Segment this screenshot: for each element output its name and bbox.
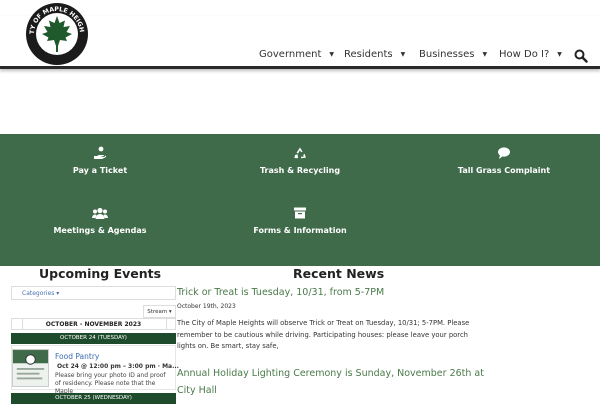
archive-icon — [294, 207, 306, 219]
quick-link-pay-a-ticket[interactable]: Pay a Ticket — [0, 146, 200, 175]
quick-link-meetings-agendas[interactable]: Meetings & Agendas — [0, 206, 200, 235]
news-title-link[interactable]: Trick or Treat is Tuesday, 10/31, from 5… — [177, 287, 384, 298]
month-range-label: OCTOBER - NOVEMBER 2023 — [45, 321, 142, 328]
quick-link-label: Trash & Recycling — [259, 166, 341, 175]
previous-month-button[interactable] — [12, 319, 23, 329]
event-thumbnail — [12, 349, 49, 387]
quick-link-trash-recycling[interactable]: Trash & Recycling — [200, 146, 400, 175]
nav-businesses[interactable]: Businesses ▼ — [419, 49, 487, 63]
site-header: Government ▼ Residents ▼ Businesses ▼ How D… — [0, 16, 600, 69]
hand-coin-icon — [94, 146, 106, 159]
news-excerpt: The City of Maple Heights will observe T… — [177, 319, 470, 350]
chevron-down-icon: ▼ — [482, 51, 488, 58]
categories-dropdown[interactable]: Categories ▾ — [11, 286, 176, 300]
nav-residents-label: Residents — [344, 49, 393, 60]
recent-news-heading: Recent News — [293, 266, 385, 281]
nav-how-do-i-label: How Do I? — [499, 49, 550, 60]
news-date: October 19th, 2023 — [177, 303, 236, 310]
event-card[interactable]: Food Pantry Oct 24 @ 12:00 pm – 3:00 pm … — [11, 345, 179, 395]
upcoming-events-heading: Upcoming Events — [39, 266, 162, 281]
quick-link-forms-information[interactable]: Forms & Information — [200, 206, 400, 235]
next-month-button[interactable] — [166, 319, 177, 329]
comment-icon — [498, 147, 510, 159]
month-navigator: OCTOBER - NOVEMBER 2023 — [11, 318, 176, 330]
nav-businesses-label: Businesses — [419, 49, 475, 60]
quick-link-label: Meetings & Agendas — [53, 226, 147, 235]
chevron-down-icon: ▼ — [329, 51, 334, 58]
news-title-link-continued[interactable]: City Hall — [177, 385, 217, 396]
nav-government-label: Government — [259, 49, 322, 60]
top-utility-bar — [0, 0, 600, 17]
search-icon[interactable] — [574, 49, 588, 63]
news-title-link[interactable]: Annual Holiday Lighting Ceremony is Sund… — [177, 368, 484, 379]
stream-dropdown[interactable]: Stream ▾ — [143, 305, 176, 318]
quick-links-band: Pay a Ticket Trash & Recycling Tall Gras… — [0, 134, 600, 266]
recycle-icon — [294, 147, 306, 159]
quick-link-tall-grass-complaint[interactable]: Tall Grass Complaint — [404, 146, 600, 175]
quick-link-label: Pay a Ticket — [72, 166, 128, 175]
chevron-down-icon: ▼ — [400, 51, 406, 58]
users-icon — [92, 207, 108, 219]
day-header: OCTOBER 25 (WEDNESDAY) — [11, 393, 176, 404]
day-header: OCTOBER 24 (TUESDAY) — [11, 333, 176, 344]
quick-link-label: Forms & Information — [253, 226, 347, 235]
nav-residents[interactable]: Residents ▼ — [344, 49, 405, 63]
nav-how-do-i[interactable]: How Do I? ▼ — [499, 49, 562, 63]
event-title-link[interactable]: Food Pantry — [55, 352, 99, 361]
quick-link-label: Tall Grass Complaint — [457, 166, 551, 175]
chevron-down-icon: ▼ — [557, 51, 562, 58]
nav-government[interactable]: Government ▼ — [259, 49, 334, 63]
event-time: Oct 24 @ 12:00 pm – 3:00 pm · Ma... — [57, 363, 179, 370]
city-logo[interactable]: CITY OF MAPLE HEIGHTS — [25, 2, 89, 66]
